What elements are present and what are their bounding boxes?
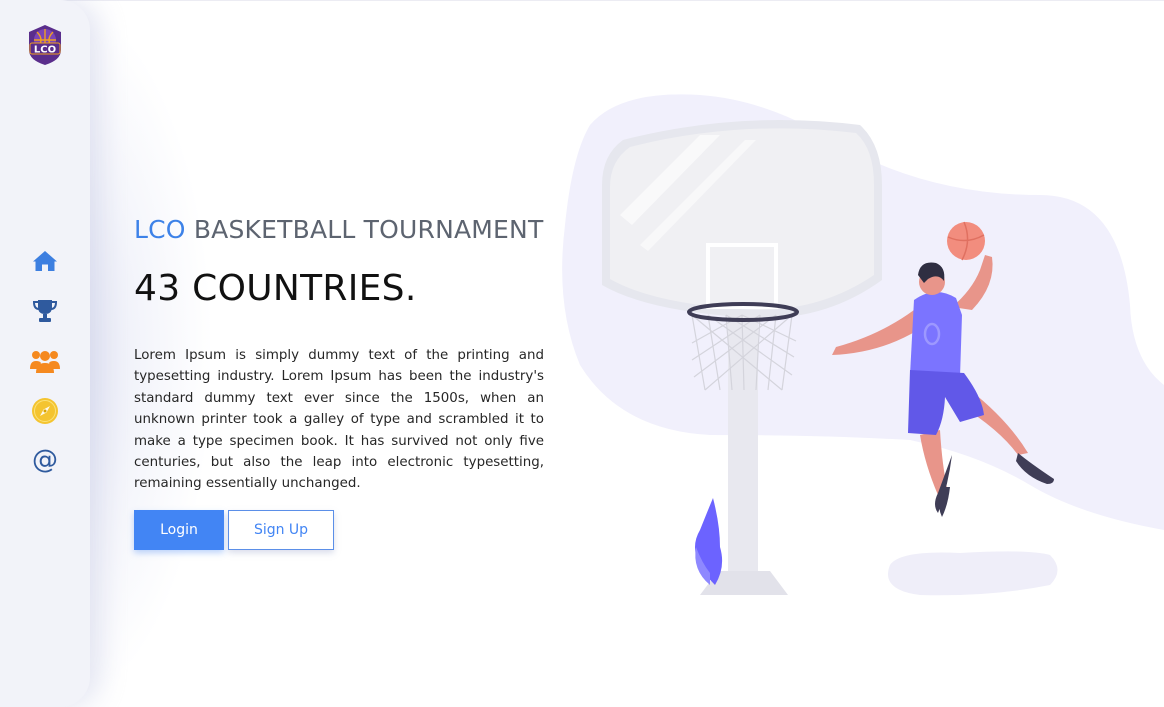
home-icon — [33, 251, 57, 271]
nav-trophy[interactable] — [30, 296, 60, 326]
lco-logo[interactable]: LCO — [27, 24, 63, 66]
compass-icon — [32, 398, 58, 424]
login-button[interactable]: Login — [134, 510, 224, 550]
page-headline: 43 COUNTRIES. — [134, 268, 417, 309]
basketball-illustration: 0 — [562, 94, 1164, 596]
page-subtitle: LCO BASKETBALL TOURNAMENT — [134, 215, 543, 244]
nav-contact[interactable]: @ — [30, 445, 60, 475]
sidebar: LCO @ — [0, 0, 90, 707]
trophy-icon — [32, 300, 58, 322]
nav-home[interactable] — [30, 246, 60, 276]
svg-text:LCO: LCO — [34, 45, 56, 56]
top-border — [0, 0, 1164, 1]
nav-team[interactable] — [30, 346, 60, 376]
subtitle-text: BASKETBALL TOURNAMENT — [185, 215, 544, 244]
basketball-logo-icon: LCO — [29, 25, 61, 65]
users-icon — [30, 351, 60, 373]
subtitle-accent: LCO — [134, 215, 186, 244]
nav-explore[interactable] — [30, 396, 60, 426]
signup-button[interactable]: Sign Up — [228, 510, 334, 550]
at-icon: @ — [32, 445, 58, 475]
backboard — [602, 120, 882, 319]
hero-description: Lorem Ipsum is simply dummy text of the … — [134, 348, 544, 492]
ground-shadow — [888, 551, 1058, 596]
